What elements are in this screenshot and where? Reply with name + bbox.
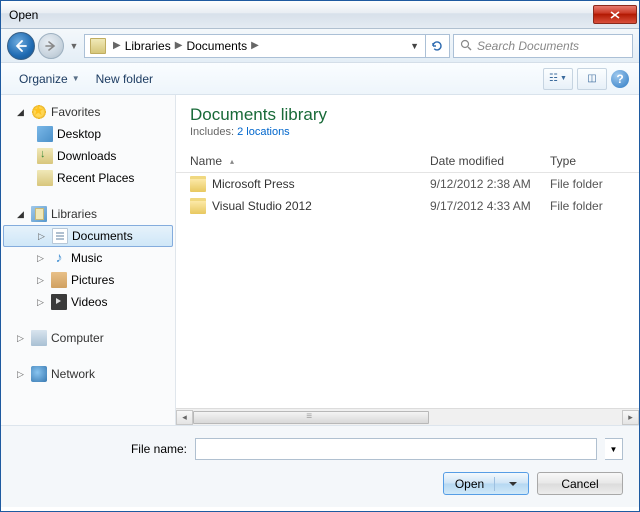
nav-bar: ▼ ▶ Libraries ▶ Documents ▶ ▼ Search Doc…	[1, 29, 639, 63]
column-headers[interactable]: Name ▴ Date modified Type	[176, 150, 639, 173]
window-title: Open	[9, 8, 593, 22]
sidebar-favorites[interactable]: ◢Favorites	[1, 101, 175, 123]
content-pane: Documents library Includes: 2 locations …	[176, 95, 639, 425]
videos-icon	[51, 294, 67, 310]
sidebar-item-downloads[interactable]: Downloads	[1, 145, 175, 167]
sidebar-libraries[interactable]: ◢Libraries	[1, 203, 175, 225]
breadcrumb-item[interactable]: Documents	[186, 39, 247, 53]
new-folder-button[interactable]: New folder	[88, 68, 161, 90]
file-row[interactable]: Microsoft Press 9/12/2012 2:38 AM File f…	[176, 173, 639, 195]
document-icon	[52, 228, 68, 244]
view-options-button[interactable]: ☷ ▼	[543, 68, 573, 90]
folder-icon	[90, 38, 106, 54]
breadcrumb-dropdown[interactable]: ▼	[406, 41, 423, 51]
sidebar-item-desktop[interactable]: Desktop	[1, 123, 175, 145]
chevron-right-icon: ▶	[113, 40, 121, 51]
library-subtitle: Includes: 2 locations	[190, 126, 625, 138]
desktop-icon	[37, 126, 53, 142]
library-title: Documents library	[190, 105, 625, 125]
sidebar-item-recent[interactable]: Recent Places	[1, 167, 175, 189]
filename-input[interactable]	[195, 438, 597, 460]
downloads-icon	[37, 148, 53, 164]
close-button[interactable]	[593, 5, 637, 24]
scroll-left-button[interactable]: ◂	[176, 410, 193, 425]
chevron-down-icon	[509, 482, 517, 486]
search-input[interactable]: Search Documents	[453, 34, 633, 58]
breadcrumb-bar[interactable]: ▶ Libraries ▶ Documents ▶ ▼	[84, 34, 450, 58]
sidebar-item-videos[interactable]: ▷Videos	[1, 291, 175, 313]
scroll-thumb[interactable]	[193, 411, 429, 424]
sidebar-network[interactable]: ▷Network	[1, 363, 175, 385]
folder-icon	[190, 198, 206, 214]
search-icon	[460, 39, 473, 52]
forward-button[interactable]	[38, 33, 64, 59]
help-button[interactable]: ?	[611, 70, 629, 88]
sidebar-item-music[interactable]: ▷♪Music	[1, 247, 175, 269]
star-icon	[31, 104, 47, 120]
chevron-right-icon: ▶	[251, 40, 259, 51]
toolbar: Organize▼ New folder ☷ ▼ ◫ ?	[1, 63, 639, 95]
sidebar: ◢Favorites Desktop Downloads Recent Plac…	[1, 95, 176, 425]
pictures-icon	[51, 272, 67, 288]
history-dropdown[interactable]: ▼	[67, 41, 81, 51]
breadcrumb-item[interactable]: Libraries	[125, 39, 171, 53]
sort-indicator-icon: ▴	[230, 157, 234, 166]
column-type[interactable]: Type	[550, 154, 639, 168]
sidebar-computer[interactable]: ▷Computer	[1, 327, 175, 349]
sidebar-item-documents[interactable]: ▷Documents	[3, 225, 173, 247]
computer-icon	[31, 330, 47, 346]
refresh-button[interactable]	[425, 35, 447, 57]
network-icon	[31, 366, 47, 382]
preview-pane-button[interactable]: ◫	[577, 68, 607, 90]
locations-link[interactable]: 2 locations	[237, 126, 290, 138]
cancel-button[interactable]: Cancel	[537, 472, 623, 495]
libraries-icon	[31, 206, 47, 222]
search-placeholder: Search Documents	[477, 39, 579, 53]
column-date[interactable]: Date modified	[430, 154, 550, 168]
sidebar-item-pictures[interactable]: ▷Pictures	[1, 269, 175, 291]
file-row[interactable]: Visual Studio 2012 9/17/2012 4:33 AM Fil…	[176, 195, 639, 217]
organize-menu[interactable]: Organize▼	[11, 68, 88, 90]
scroll-right-button[interactable]: ▸	[622, 410, 639, 425]
title-bar: Open	[1, 1, 639, 29]
chevron-right-icon: ▶	[175, 40, 183, 51]
open-button[interactable]: Open	[443, 472, 529, 495]
recent-icon	[37, 170, 53, 186]
filename-dropdown[interactable]: ▼	[605, 438, 623, 460]
music-icon: ♪	[51, 250, 67, 266]
horizontal-scrollbar[interactable]: ◂ ▸	[176, 408, 639, 425]
column-name[interactable]: Name	[190, 154, 222, 168]
folder-icon	[190, 176, 206, 192]
filename-label: File name:	[17, 442, 187, 456]
footer: File name: ▼ Open Cancel	[1, 425, 639, 507]
back-button[interactable]	[7, 32, 35, 60]
